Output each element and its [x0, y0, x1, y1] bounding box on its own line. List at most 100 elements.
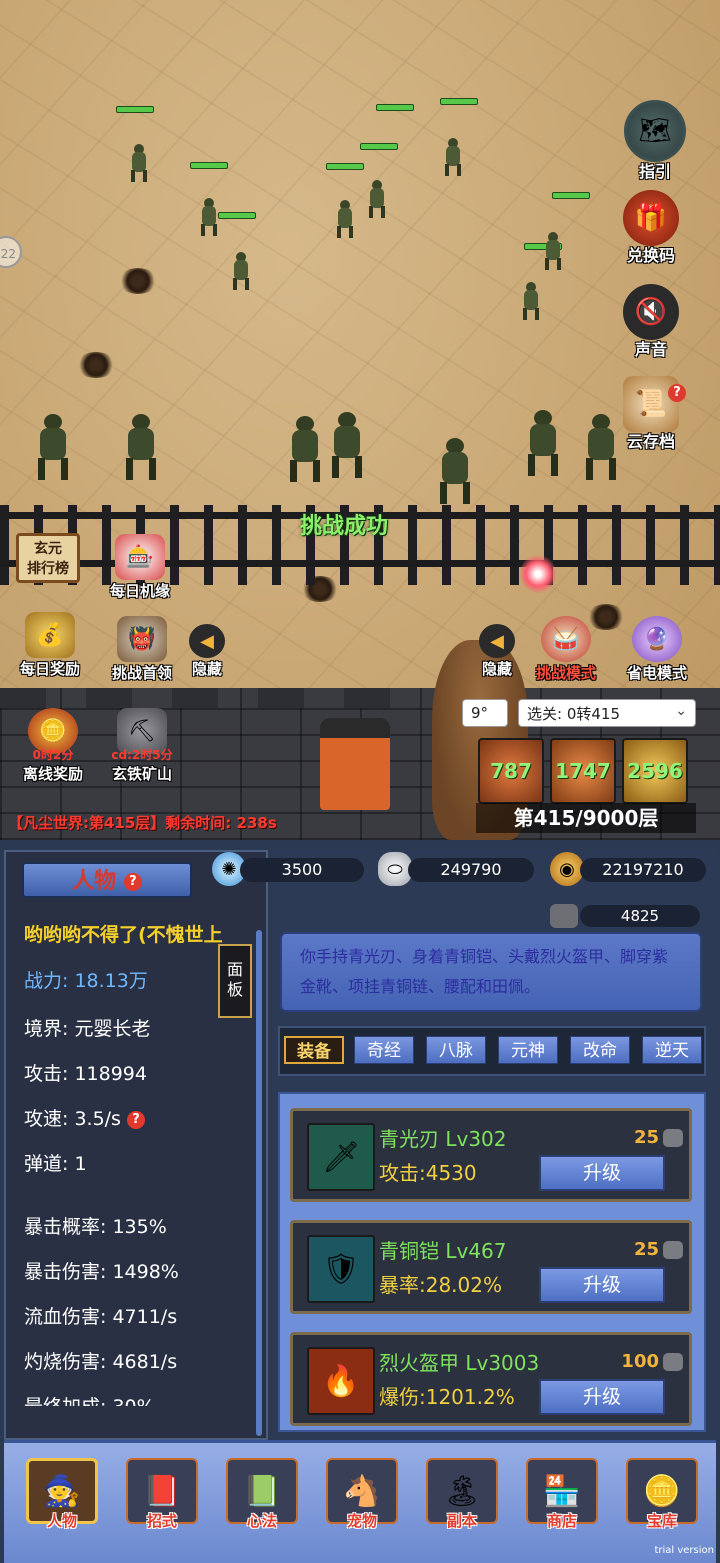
nav-moves[interactable]: 📕 招式 [124, 1458, 200, 1542]
attack-speed-value: 攻速: 3.5/s [24, 1108, 121, 1130]
skill-slot-2[interactable]: 1747 [550, 738, 616, 804]
enemy-warrior [28, 412, 78, 482]
redeem-code-button[interactable]: 🎁 兑换码 [616, 190, 686, 266]
hide-right-label: 隐藏 [481, 660, 512, 678]
enemy-soldier [440, 136, 466, 176]
compass-icon: 🗺 [624, 100, 686, 162]
enemy-warrior [430, 436, 480, 506]
equipment-description: 你手持青光刃、身着青铜铠、头戴烈火盔甲、脚穿紫金靴、项挂青铜链、腰配和田佩。 [280, 932, 702, 1012]
upgrade-button[interactable]: 升级 [539, 1379, 665, 1415]
guide-button[interactable]: 🗺 指引 [620, 100, 690, 182]
offline-reward-timer: 0时2分 [32, 748, 74, 762]
skill-3-value: 2596 [627, 759, 683, 783]
challenge-mode-label: 挑战模式 [535, 664, 596, 682]
guide-label: 指引 [638, 162, 671, 181]
combat-power: 战力: 18.13万 [24, 970, 148, 992]
challenge-boss-button[interactable]: 👹 挑战首领 [100, 616, 184, 683]
tab-primordial-spirit[interactable]: 元神 [498, 1036, 558, 1064]
iron-mine-button[interactable]: ⛏ cd:2时5分 玄铁矿山 [100, 708, 184, 784]
enemy-hp-bar [190, 162, 228, 169]
enemy-warrior [322, 410, 372, 480]
speed-select[interactable]: 9° [462, 699, 508, 727]
equipment-name: 烈火盔甲 Lv3003 [379, 1351, 540, 1375]
hide-left-button[interactable]: ◀ 隐藏 [182, 624, 232, 679]
upgrade-cost: 25 [633, 1239, 659, 1260]
sound-button[interactable]: 🔇 声音 [616, 284, 686, 360]
cloud-save-button[interactable]: 📜 云存档 ? [616, 376, 686, 452]
world-timer-text: 【凡尘世界:第415层】剩余时间: 238s [8, 814, 277, 832]
power-save-mode-label: 省电模式 [626, 664, 687, 682]
chevron-left-icon: ◀ [189, 624, 225, 658]
speed-select-value: 9° [471, 704, 489, 722]
player-hero [320, 718, 390, 810]
equipment-name: 青铜铠 Lv467 [379, 1239, 507, 1263]
nav-dungeon-label: 副本 [446, 1512, 477, 1530]
stage-select[interactable]: 选关: 0转415 ⌄ [518, 699, 696, 727]
skill-slot-1[interactable]: 787 [478, 738, 544, 804]
equipment-attribute: 爆伤:1201.2% [379, 1385, 515, 1409]
spirit-count: 3500 [240, 858, 364, 882]
stats-scrollbar[interactable] [256, 930, 262, 1436]
battlement [172, 688, 218, 708]
enemy-soldier [126, 142, 152, 182]
nav-character[interactable]: 🧙 人物 [24, 1458, 100, 1542]
enemy-hp-bar [552, 192, 590, 199]
tab-eight-channels[interactable]: 八脉 [426, 1036, 486, 1064]
help-icon[interactable]: ? [123, 873, 142, 891]
attack-stat: 攻击: 118994 [24, 1063, 147, 1085]
equipment-item: 🔥 烈火盔甲 Lv3003 爆伤:1201.2% 100 升级 [290, 1332, 692, 1426]
tab-equipment[interactable]: 装备 [284, 1036, 344, 1064]
challenge-mode-button[interactable]: 🥁 挑战模式 [526, 616, 606, 683]
equipment-item: 🗡 青光刃 Lv302 攻击:4530 25 升级 [290, 1108, 692, 1202]
enemy-hp-bar [326, 163, 364, 170]
enemy-soldier [196, 196, 222, 236]
fire-helmet-icon: 🔥 [307, 1347, 375, 1415]
enemy-hp-bar [360, 143, 398, 150]
skill-slot-3[interactable]: 2596 [622, 738, 688, 804]
ore-stone-icon [550, 904, 578, 928]
treasure-icon: 💰 [25, 612, 75, 658]
cloud-save-icon: 📜 [623, 376, 679, 432]
floor-progress-label: 第415/9000层 [476, 803, 696, 833]
nav-treasury[interactable]: 🪙 宝库 [624, 1458, 700, 1542]
nav-shop-label: 商店 [546, 1512, 577, 1530]
nav-mind-method[interactable]: 📗 心法 [224, 1458, 300, 1542]
tab-defy-heaven[interactable]: 逆天 [642, 1036, 702, 1064]
bleed-damage-stat: 流血伤害: 4711/s [24, 1306, 178, 1328]
stage-select-value: 选关: 0转415 [527, 704, 620, 723]
speaker-muted-icon: 🔇 [623, 284, 679, 340]
help-icon[interactable]: ? [127, 1110, 146, 1129]
nav-dungeon[interactable]: 🏝 副本 [424, 1458, 500, 1542]
redeem-code-label: 兑换码 [626, 246, 675, 265]
upgrade-button[interactable]: 升级 [539, 1155, 665, 1191]
tab-meridians[interactable]: 奇经 [354, 1036, 414, 1064]
nav-mind-method-label: 心法 [246, 1512, 277, 1530]
silver-count: 249790 [408, 858, 534, 882]
enemy-soldier [228, 250, 254, 290]
iron-mine-timer: cd:2时5分 [111, 748, 173, 762]
hide-right-button[interactable]: ◀ 隐藏 [472, 624, 522, 679]
fire-projectile [520, 554, 556, 594]
power-save-mode-button[interactable]: 🔮 省电模式 [614, 616, 700, 683]
nav-shop[interactable]: 🏪 商店 [524, 1458, 600, 1542]
ranking-board-button[interactable]: 玄元 排行榜 [16, 533, 80, 583]
daily-chance-label: 每日机缘 [109, 582, 170, 600]
ballistic-stat: 弹道: 1 [24, 1153, 87, 1175]
skill-1-value: 787 [490, 759, 532, 783]
panel-button[interactable]: 面 板 [218, 944, 252, 1018]
character-tab-title[interactable]: 人物 ? [22, 862, 192, 898]
tab-change-fate[interactable]: 改命 [570, 1036, 630, 1064]
drum-icon: 🥁 [541, 616, 591, 662]
enemy-warrior [116, 412, 166, 482]
lottery-icon: 🎰 [115, 534, 165, 580]
upgrade-cost: 100 [621, 1351, 659, 1372]
offline-reward-button[interactable]: 🪙 0时2分 离线奖励 [10, 708, 96, 784]
enemy-soldier [540, 230, 566, 270]
daily-chance-button[interactable]: 🎰 每日机缘 [100, 534, 180, 601]
upgrade-button[interactable]: 升级 [539, 1267, 665, 1303]
daily-reward-button[interactable]: 💰 每日奖励 [10, 612, 90, 679]
gold-count: 22197210 [580, 858, 706, 882]
ranking-board-label: 玄元 排行榜 [27, 541, 69, 577]
boss-icon: 👹 [117, 616, 167, 662]
nav-pets[interactable]: 🐴 宠物 [324, 1458, 400, 1542]
